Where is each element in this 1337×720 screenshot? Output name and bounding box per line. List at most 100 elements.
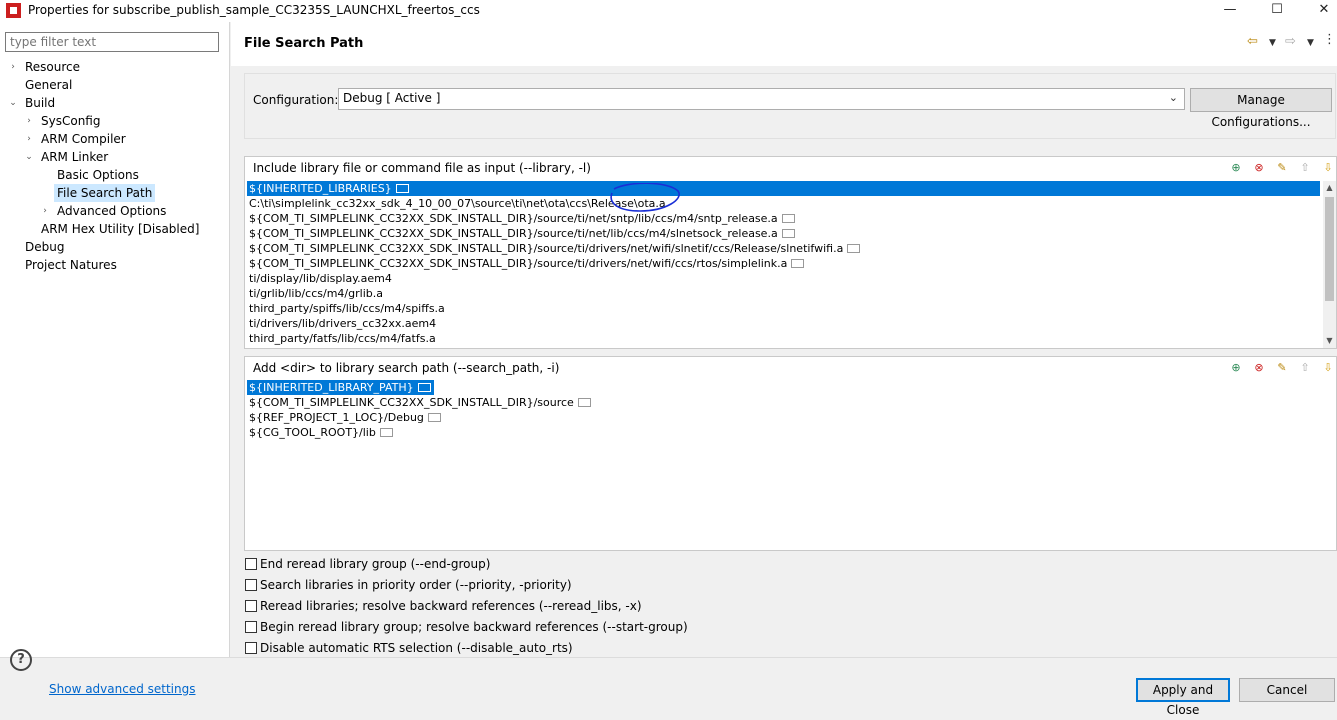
- checkbox-box[interactable]: [245, 599, 257, 612]
- move-down-icon[interactable]: ⇩: [1320, 360, 1336, 376]
- expand-arrow-icon[interactable]: ›: [24, 112, 34, 130]
- forward-arrow-icon[interactable]: ⇨: [1285, 34, 1296, 49]
- checkbox-label: Disable automatic RTS selection (--disab…: [260, 641, 573, 655]
- tree-item-file-search-path[interactable]: File Search Path: [54, 184, 156, 202]
- search-path-title: Add <dir> to library search path (--sear…: [253, 361, 560, 375]
- manage-configurations-button[interactable]: Manage Configurations...: [1190, 88, 1332, 129]
- back-arrow-icon[interactable]: ⇦: [1247, 34, 1258, 49]
- collapse-arrow-icon[interactable]: ⌄: [24, 148, 34, 166]
- tree-item-label: ARM Compiler: [41, 132, 126, 146]
- expand-arrow-icon[interactable]: ›: [40, 202, 50, 220]
- apply-and-close-button[interactable]: Apply and Close: [1136, 678, 1230, 717]
- view-menu-icon[interactable]: ⋮: [1323, 32, 1336, 47]
- start-group-checkbox[interactable]: Begin reread library group; resolve back…: [245, 619, 688, 635]
- tree-item-basic-options[interactable]: Basic Options: [40, 166, 139, 184]
- checkbox-box[interactable]: [245, 557, 257, 570]
- collapse-arrow-icon[interactable]: ⌄: [8, 94, 18, 112]
- tree-item-label: General: [25, 78, 73, 92]
- move-up-icon[interactable]: ⇧: [1297, 360, 1313, 376]
- minimize-button[interactable]: —: [1207, 0, 1253, 22]
- delete-icon[interactable]: ⊗: [1251, 160, 1267, 176]
- add-icon[interactable]: ⊕: [1228, 360, 1244, 376]
- checkbox-box[interactable]: [245, 620, 257, 633]
- include-library-group: Include library file or command file as …: [244, 156, 1337, 349]
- forward-menu-chevron-icon[interactable]: ▼: [1307, 38, 1314, 48]
- scroll-up-icon[interactable]: ▲: [1323, 181, 1336, 195]
- move-up-icon[interactable]: ⇧: [1297, 160, 1313, 176]
- ellipsis-icon: [781, 213, 795, 223]
- search-path-group: Add <dir> to library search path (--sear…: [244, 356, 1337, 551]
- tree-item-general[interactable]: General: [8, 76, 72, 94]
- ellipsis-icon: [847, 243, 861, 253]
- move-down-icon[interactable]: ⇩: [1320, 160, 1336, 176]
- ellipsis-icon: [791, 258, 805, 268]
- title-bar: Properties for subscribe_publish_sample_…: [0, 0, 1337, 22]
- configuration-select[interactable]: Debug [ Active ] ⌄: [338, 88, 1185, 110]
- disable-auto-rts-checkbox[interactable]: Disable automatic RTS selection (--disab…: [245, 640, 573, 656]
- scroll-thumb[interactable]: [1325, 197, 1334, 301]
- help-icon[interactable]: ?: [10, 649, 32, 671]
- ellipsis-icon: [577, 397, 591, 407]
- list-item[interactable]: ${COM_TI_SIMPLELINK_CC32XX_SDK_INSTALL_D…: [247, 211, 1320, 226]
- list-item[interactable]: C:\ti\simplelink_cc32xx_sdk_4_10_00_07\s…: [247, 196, 1320, 211]
- tree-item-label: Debug: [25, 240, 65, 254]
- cancel-button[interactable]: Cancel: [1239, 678, 1335, 702]
- checkbox-label: Search libraries in priority order (--pr…: [260, 578, 572, 592]
- checkbox-label: End reread library group (--end-group): [260, 557, 491, 571]
- list-item[interactable]: ${INHERITED_LIBRARY_PATH}: [247, 380, 434, 395]
- tree-item-build[interactable]: ⌄ Build: [8, 94, 55, 112]
- edit-icon[interactable]: ✎: [1274, 360, 1290, 376]
- tree-item-label: ARM Hex Utility [Disabled]: [41, 222, 200, 236]
- configuration-section: Configuration: Debug [ Active ] ⌄ Manage…: [244, 73, 1336, 139]
- checkbox-box[interactable]: [245, 578, 257, 591]
- scroll-down-icon[interactable]: ▼: [1323, 334, 1336, 348]
- tree-item-label: Advanced Options: [57, 204, 167, 218]
- back-menu-chevron-icon[interactable]: ▼: [1269, 38, 1276, 48]
- list-item[interactable]: ${CG_TOOL_ROOT}/lib: [247, 425, 1334, 440]
- tree-item-sysconfig[interactable]: › SysConfig: [24, 112, 100, 130]
- edit-icon[interactable]: ✎: [1274, 160, 1290, 176]
- list-item[interactable]: ${REF_PROJECT_1_LOC}/Debug: [247, 410, 1334, 425]
- chevron-down-icon: ⌄: [1168, 91, 1178, 104]
- maximize-button[interactable]: ☐: [1254, 0, 1300, 22]
- ellipsis-icon: [417, 382, 431, 392]
- list-item[interactable]: ${INHERITED_LIBRARIES}: [247, 181, 1320, 196]
- close-button[interactable]: ✕: [1301, 0, 1337, 22]
- tree-item-project-natures[interactable]: Project Natures: [8, 256, 117, 274]
- list-item[interactable]: ${COM_TI_SIMPLELINK_CC32XX_SDK_INSTALL_D…: [247, 241, 1320, 256]
- include-library-title: Include library file or command file as …: [253, 161, 591, 175]
- list-item[interactable]: ti/display/lib/display.aem4: [247, 271, 1320, 286]
- expand-arrow-icon[interactable]: ›: [24, 130, 34, 148]
- tree-item-resource[interactable]: › Resource: [8, 58, 80, 76]
- tree-item-label: Resource: [25, 60, 81, 74]
- tree-item-arm-compiler[interactable]: › ARM Compiler: [24, 130, 126, 148]
- tree-item-label: ARM Linker: [41, 150, 109, 164]
- list-item[interactable]: third_party/spiffs/lib/ccs/m4/spiffs.a: [247, 301, 1320, 316]
- include-list-scrollbar[interactable]: ▲ ▼: [1323, 181, 1336, 348]
- reread-libs-checkbox[interactable]: Reread libraries; resolve backward refer…: [245, 598, 642, 614]
- dialog-button-bar: ? Show advanced settings Apply and Close…: [0, 649, 1337, 717]
- list-item[interactable]: ${COM_TI_SIMPLELINK_CC32XX_SDK_INSTALL_D…: [247, 395, 1334, 410]
- delete-icon[interactable]: ⊗: [1251, 360, 1267, 376]
- include-library-list[interactable]: ${INHERITED_LIBRARIES} C:\ti\simplelink_…: [247, 181, 1320, 348]
- filter-input[interactable]: [5, 32, 219, 52]
- list-item[interactable]: ti/drivers/lib/drivers_cc32xx.aem4: [247, 316, 1320, 331]
- configuration-label: Configuration:: [253, 93, 339, 107]
- show-advanced-settings-link[interactable]: Show advanced settings: [49, 682, 196, 696]
- tree-item-label: SysConfig: [41, 114, 101, 128]
- tree-item-debug[interactable]: Debug: [8, 238, 64, 256]
- search-path-list[interactable]: ${INHERITED_LIBRARY_PATH} ${COM_TI_SIMPL…: [247, 380, 1334, 550]
- add-icon[interactable]: ⊕: [1228, 160, 1244, 176]
- list-item[interactable]: ti/grlib/lib/ccs/m4/grlib.a: [247, 286, 1320, 301]
- checkbox-box[interactable]: [245, 641, 257, 654]
- tree-item-arm-linker[interactable]: ⌄ ARM Linker: [24, 148, 108, 166]
- list-item[interactable]: third_party/fatfs/lib/ccs/m4/fatfs.a: [247, 331, 1320, 346]
- end-group-checkbox[interactable]: End reread library group (--end-group): [245, 556, 490, 572]
- list-item[interactable]: ${COM_TI_SIMPLELINK_CC32XX_SDK_INSTALL_D…: [247, 256, 1320, 271]
- tree-item-arm-hex-utility[interactable]: ARM Hex Utility [Disabled]: [24, 220, 199, 238]
- tree-item-advanced-options[interactable]: › Advanced Options: [40, 202, 166, 220]
- priority-checkbox[interactable]: Search libraries in priority order (--pr…: [245, 577, 572, 593]
- property-tree-panel: › Resource General ⌄ Build › SysConfig ›…: [0, 22, 230, 657]
- expand-arrow-icon[interactable]: ›: [8, 58, 18, 76]
- list-item[interactable]: ${COM_TI_SIMPLELINK_CC32XX_SDK_INSTALL_D…: [247, 226, 1320, 241]
